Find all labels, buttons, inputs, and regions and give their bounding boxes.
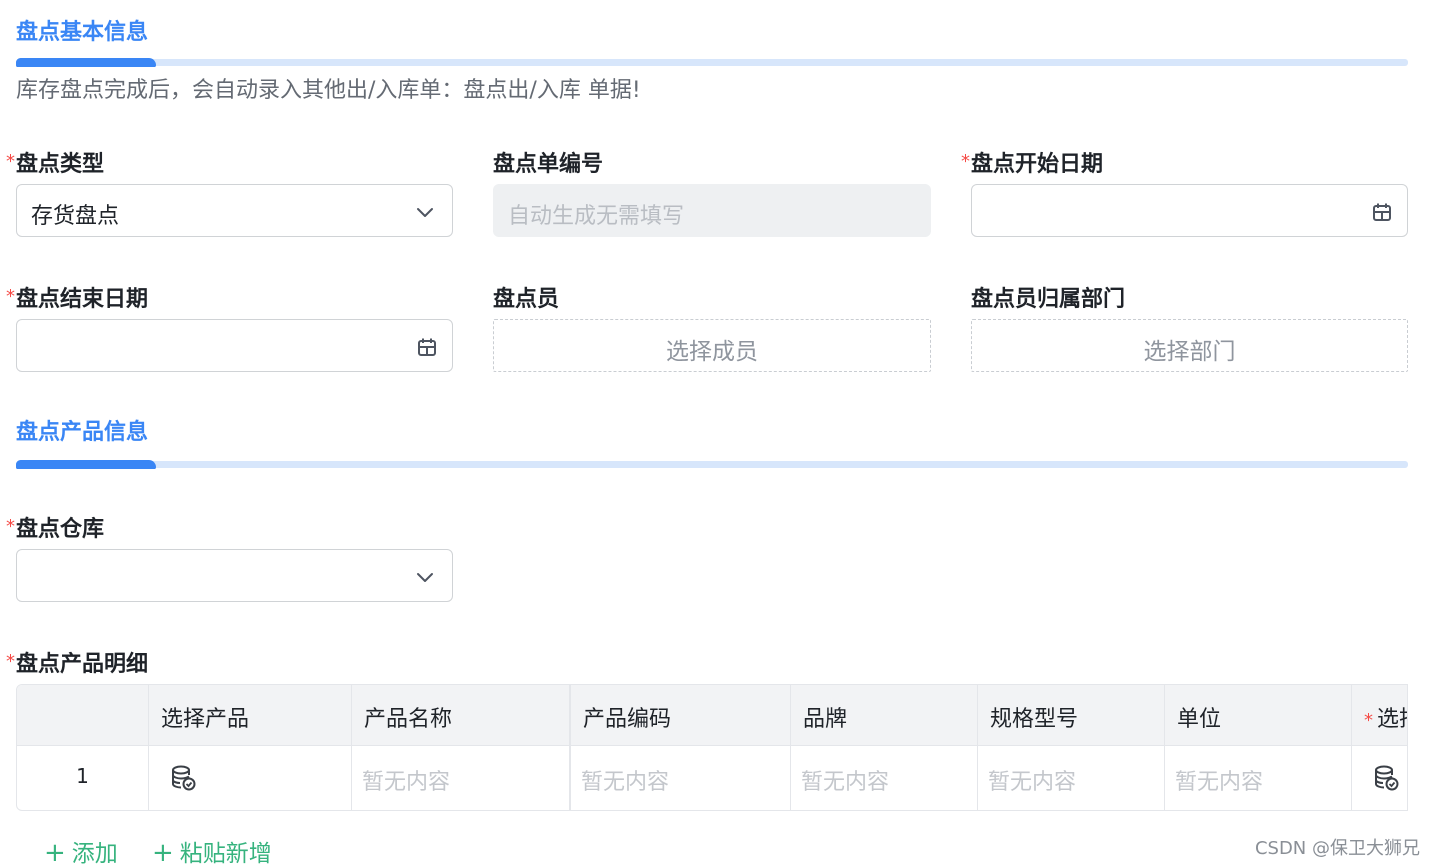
paste-add-button[interactable]: + 粘贴新增	[152, 834, 272, 868]
inventory-type-select[interactable]: 存货盘点	[16, 184, 453, 237]
label-end-date: *盘点结束日期	[6, 286, 149, 312]
add-row-button[interactable]: + 添加	[44, 834, 118, 868]
chevron-down-icon	[417, 573, 433, 582]
doc-number-input[interactable]: 自动生成无需填写	[493, 184, 931, 237]
section-divider-product	[16, 460, 1408, 469]
col-header-unit: 单位	[1164, 685, 1351, 745]
row-brand: 暂无内容	[790, 745, 977, 810]
chevron-down-icon	[417, 208, 433, 217]
calendar-icon	[1373, 203, 1391, 221]
select-member-button[interactable]: 选择成员	[493, 319, 931, 372]
end-date-picker[interactable]	[16, 319, 453, 372]
label-warehouse: *盘点仓库	[6, 516, 105, 542]
warehouse-select[interactable]	[16, 549, 453, 602]
plus-icon: +	[152, 838, 174, 868]
plus-icon: +	[44, 838, 66, 868]
col-header-product-code: 产品编码	[569, 685, 790, 745]
col-header-select-product: 选择产品	[148, 685, 351, 745]
row-select-product-cell[interactable]	[148, 745, 351, 810]
row-unit: 暂无内容	[1164, 745, 1351, 810]
doc-number-placeholder: 自动生成无需填写	[508, 204, 685, 229]
label-department: 盘点员归属部门	[971, 287, 1126, 312]
label-counter: 盘点员	[493, 287, 560, 312]
section-divider-basic	[16, 58, 1408, 67]
calendar-icon	[418, 338, 436, 356]
label-start-date: *盘点开始日期	[961, 151, 1104, 177]
start-date-picker[interactable]	[971, 184, 1408, 237]
database-check-icon[interactable]	[169, 764, 197, 792]
select-department-button[interactable]: 选择部门	[971, 319, 1408, 372]
inventory-type-value: 存货盘点	[31, 204, 120, 229]
row-product-name: 暂无内容	[351, 745, 569, 810]
col-header-spec: 规格型号	[977, 685, 1164, 745]
section-title-product: 盘点产品信息	[16, 420, 149, 445]
row-select-cell[interactable]	[1351, 745, 1407, 810]
select-member-label: 选择成员	[666, 339, 758, 365]
col-header-product-name: 产品名称	[351, 685, 569, 745]
label-doc-number: 盘点单编号	[493, 152, 604, 177]
watermark: CSDN @保卫大狮兄	[1254, 838, 1420, 859]
row-product-code: 暂无内容	[569, 745, 790, 810]
col-header-index	[17, 685, 148, 745]
select-department-label: 选择部门	[1143, 339, 1236, 365]
col-header-brand: 品牌	[790, 685, 977, 745]
row-index: 1	[76, 764, 89, 788]
section-hint: 库存盘点完成后，会自动录入其他出/入库单：盘点出/入库 单据!	[16, 78, 641, 103]
label-product-detail: *盘点产品明细	[6, 651, 149, 677]
col-header-select: *选择	[1351, 685, 1407, 745]
row-spec: 暂无内容	[977, 745, 1164, 810]
section-title-basic: 盘点基本信息	[16, 20, 149, 45]
database-check-icon[interactable]	[1372, 764, 1400, 792]
product-detail-table: 选择产品 产品名称 产品编码 品牌 规格型号 单位 *选择 1 暂无内容 暂无内…	[16, 684, 1408, 811]
label-inventory-type: *盘点类型	[6, 151, 105, 177]
